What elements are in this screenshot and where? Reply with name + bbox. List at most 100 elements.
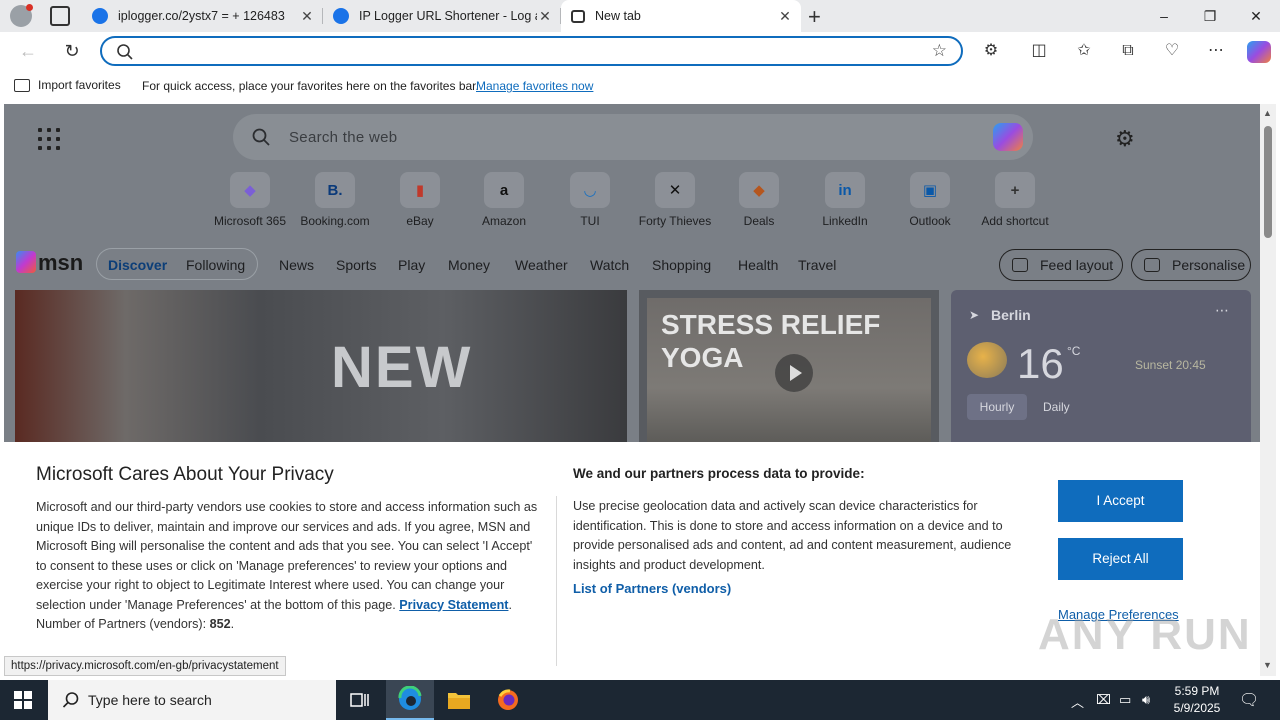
search-icon: [62, 692, 79, 708]
tab-close-icon[interactable]: ✕: [299, 8, 315, 25]
collections-icon[interactable]: ⧉: [1118, 41, 1138, 61]
copilot-icon[interactable]: [1247, 41, 1271, 63]
file-explorer-icon[interactable]: [435, 680, 483, 720]
shortcut-tile[interactable]: ✕ Forty Thieves: [633, 172, 717, 228]
list-of-partners-link[interactable]: List of Partners (vendors): [573, 581, 731, 596]
partners-count-value: 852: [209, 617, 231, 631]
shortcut-tile[interactable]: ▣ Outlook: [888, 172, 972, 228]
restore-button[interactable]: ❐: [1187, 0, 1233, 32]
more-options-icon[interactable]: ⋯: [1206, 41, 1226, 61]
feed-layout-button[interactable]: Feed layout: [999, 249, 1123, 281]
weather-tab-hourly[interactable]: Hourly: [967, 394, 1027, 420]
windows-start-icon[interactable]: [14, 691, 32, 709]
msn-nav-link[interactable]: Sports: [336, 257, 376, 273]
close-window-button[interactable]: ✕: [1233, 0, 1279, 32]
tab-iplogger[interactable]: iplogger.co/2ystx7 = + 126483 ✕: [82, 0, 323, 32]
tab-title: New tab: [595, 9, 641, 23]
scroll-up-arrow-icon[interactable]: ▲: [1263, 108, 1272, 118]
privacy-statement-link[interactable]: Privacy Statement: [399, 598, 508, 612]
page-settings-gear-icon[interactable]: ⚙: [1115, 126, 1135, 152]
shortcut-tile[interactable]: a Amazon: [462, 172, 546, 228]
profile-avatar-icon[interactable]: [10, 4, 33, 27]
shortcut-label: LinkedIn: [822, 214, 868, 228]
shortcut-tile[interactable]: in LinkedIn: [803, 172, 887, 228]
web-search-box[interactable]: Search the web: [233, 114, 1033, 160]
hero-image-sign-text: NEW: [331, 335, 473, 400]
anyrun-watermark: ANY RUN: [1038, 610, 1252, 659]
msn-nav-link[interactable]: Shopping: [652, 257, 711, 273]
tab-actions-icon[interactable]: [50, 6, 70, 26]
tab-title: iplogger.co/2ystx7 = + 126483: [118, 9, 285, 23]
shortcut-tile[interactable]: ◡ TUI: [548, 172, 632, 228]
refresh-icon[interactable]: ↻: [60, 40, 84, 62]
msn-logo[interactable]: msn: [16, 250, 83, 276]
shortcut-label: TUI: [580, 214, 600, 228]
split-screen-icon[interactable]: ◫: [1029, 41, 1049, 61]
reject-all-button[interactable]: Reject All: [1058, 538, 1183, 580]
address-bar[interactable]: ☆: [100, 36, 963, 66]
shortcut-logo-icon: +: [995, 172, 1035, 208]
volume-icon[interactable]: 🔊︎: [1142, 692, 1150, 708]
shortcut-tile[interactable]: + Add shortcut: [973, 172, 1057, 228]
personalise-button[interactable]: Personalise: [1131, 249, 1251, 281]
edge-taskbar-icon[interactable]: [386, 680, 434, 720]
tab-following[interactable]: Following: [186, 257, 245, 273]
shortcut-logo-icon: ◡: [570, 172, 610, 208]
weather-card[interactable]: ➤ Berlin ⋯ 16 °C Sunset 20:45 Hourly Dai…: [951, 290, 1251, 450]
copilot-search-icon[interactable]: [993, 123, 1023, 151]
scrollbar-thumb[interactable]: [1264, 126, 1272, 238]
tab-close-icon[interactable]: ✕: [777, 8, 793, 25]
import-favorites-button[interactable]: Import favorites: [14, 78, 121, 92]
manage-favorites-link[interactable]: Manage favorites now: [476, 79, 593, 93]
tab-close-icon[interactable]: ✕: [537, 8, 553, 25]
taskbar-search-placeholder: Type here to search: [88, 692, 212, 708]
app-launcher-icon[interactable]: [38, 128, 60, 150]
msn-nav-link[interactable]: News: [279, 257, 314, 273]
tab-discover[interactable]: Discover: [108, 257, 167, 273]
firefox-icon[interactable]: [484, 680, 532, 720]
location-arrow-icon: ➤: [969, 308, 980, 322]
msn-logo-text: msn: [38, 250, 84, 275]
msn-nav-link[interactable]: Travel: [798, 257, 836, 273]
extensions-icon[interactable]: ⚙: [981, 41, 1001, 61]
msn-nav-link[interactable]: Watch: [590, 257, 629, 273]
back-arrow-icon[interactable]: ←: [16, 40, 40, 62]
news-hero-card[interactable]: NEW: [15, 290, 627, 450]
scroll-down-arrow-icon[interactable]: ▼: [1263, 660, 1272, 670]
play-icon[interactable]: [775, 354, 813, 392]
privacy-title: Microsoft Cares About Your Privacy: [36, 464, 334, 485]
msn-nav-link[interactable]: Money: [448, 257, 490, 273]
iplogger-favicon-icon: [333, 8, 349, 24]
network-icon[interactable]: ▭: [1119, 692, 1131, 708]
minimize-button[interactable]: –: [1141, 0, 1187, 32]
weather-sunset: Sunset 20:45: [1135, 358, 1206, 372]
tray-device-icon[interactable]: ⌧: [1096, 692, 1111, 708]
shortcut-label: Forty Thieves: [638, 214, 712, 228]
video-thumbnail: STRESS RELIEF YOGA: [647, 298, 931, 448]
tab-new-tab[interactable]: New tab ✕: [561, 0, 801, 32]
weather-tab-daily[interactable]: Daily: [1043, 394, 1070, 420]
notifications-icon[interactable]: 🗨︎: [1239, 690, 1259, 710]
personalise-label: Personalise: [1172, 257, 1246, 273]
weather-more-icon[interactable]: ⋯: [1215, 302, 1229, 319]
system-clock[interactable]: 5:59 PM 5/9/2025: [1164, 683, 1230, 717]
accept-button[interactable]: I Accept: [1058, 480, 1183, 522]
msn-nav-link[interactable]: Play: [398, 257, 425, 273]
browser-essentials-icon[interactable]: ♡: [1162, 41, 1182, 61]
favorite-star-icon[interactable]: ☆: [932, 41, 947, 61]
tray-overflow-chevron-icon[interactable]: ︿: [1071, 692, 1084, 711]
shortcut-tile[interactable]: B. Booking.com: [293, 172, 377, 228]
msn-nav-link[interactable]: Weather: [515, 257, 568, 273]
shortcut-tile[interactable]: ◆ Microsoft 365: [208, 172, 292, 228]
msn-nav-link[interactable]: Health: [738, 257, 778, 273]
shortcut-tile[interactable]: ▮ eBay: [378, 172, 462, 228]
new-tab-plus-icon[interactable]: +: [808, 4, 821, 30]
video-card[interactable]: STRESS RELIEF YOGA: [639, 290, 939, 450]
taskbar-search-box[interactable]: Type here to search: [48, 680, 336, 720]
page-scrollbar[interactable]: ▲ ▼: [1260, 104, 1276, 676]
tab-ip-logger-shortener[interactable]: IP Logger URL Shortener - Log an ✕: [323, 0, 561, 32]
task-view-icon[interactable]: [336, 680, 384, 720]
weather-city[interactable]: Berlin: [991, 307, 1031, 323]
favorites-icon[interactable]: ✩: [1074, 41, 1094, 61]
shortcut-tile[interactable]: ◆ Deals: [717, 172, 801, 228]
